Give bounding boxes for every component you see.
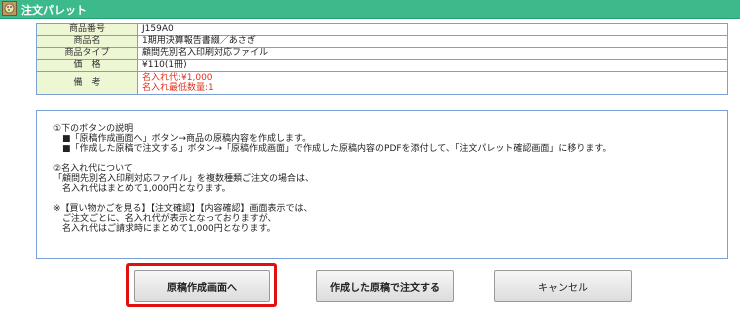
explain-line: 名入れ代はご請求時にまとめて1,000円となります。 (53, 224, 276, 234)
product-number-value: J159A0 (137, 23, 728, 36)
product-type-label: 商品タイプ (36, 47, 138, 60)
window-title: 注文パレット (21, 4, 87, 17)
product-name-label: 商品名 (36, 35, 138, 48)
table-row: 商品名 1期用決算報告書綴／あさぎ (36, 35, 728, 48)
price-label: 価 格 (36, 59, 138, 72)
table-row: 商品番号 J159A0 (36, 23, 728, 36)
explain-line: ■「原稿作成画面へ」ボタン→商品の原稿内容を作成します。 (53, 134, 312, 144)
product-info-table: 商品番号 J159A0 商品名 1期用決算報告書綴／あさぎ 商品タイプ 顧問先別… (36, 23, 728, 95)
price-value: ¥110(1冊) (137, 59, 728, 72)
note-label: 備 考 (36, 71, 138, 95)
explain-line: ■「作成した原稿で注文する」ボタン→「原稿作成画面」で作成した原稿内容のPDFを… (53, 144, 612, 154)
product-type-value: 顧問先別名入印刷対応ファイル (137, 47, 728, 60)
explain-line: 「顧問先別名入印刷対応ファイル」を複数種類ご注文の場合は、 (53, 174, 315, 184)
cancel-button[interactable]: キャンセル (494, 270, 632, 302)
title-bar: 注文パレット (0, 0, 740, 19)
create-draft-button[interactable]: 原稿作成画面へ (134, 270, 270, 302)
product-number-label: 商品番号 (36, 23, 138, 36)
imprint-fee-text: 名入れ代:¥1,000 (142, 73, 213, 83)
order-with-draft-button[interactable]: 作成した原稿で注文する (316, 270, 454, 302)
imprint-min-qty-text: 名入れ最低数量:1 (142, 83, 214, 93)
product-name-value: 1期用決算報告書綴／あさぎ (137, 35, 728, 48)
explanation-panel: ①下のボタンの説明 ■「原稿作成画面へ」ボタン→商品の原稿内容を作成します。 ■… (36, 110, 728, 259)
explain-note: ※【買い物かごを見る】【注文確認】【内容確認】画面表示では、 (53, 204, 313, 214)
table-row: 価 格 ¥110(1冊) (36, 59, 728, 72)
palette-icon (2, 1, 17, 16)
note-value: 名入れ代:¥1,000 名入れ最低数量:1 (137, 71, 728, 95)
explain-heading-2: ②名入れ代について (53, 164, 133, 174)
explain-line: 名入れ代はまとめて1,000円となります。 (53, 184, 231, 194)
explain-line: ご注文ごとに、名入れ代が表示となっておりますが、 (53, 214, 277, 224)
table-row: 商品タイプ 顧問先別名入印刷対応ファイル (36, 47, 728, 60)
explain-heading-1: ①下のボタンの説明 (53, 124, 134, 134)
table-row: 備 考 名入れ代:¥1,000 名入れ最低数量:1 (36, 71, 728, 95)
